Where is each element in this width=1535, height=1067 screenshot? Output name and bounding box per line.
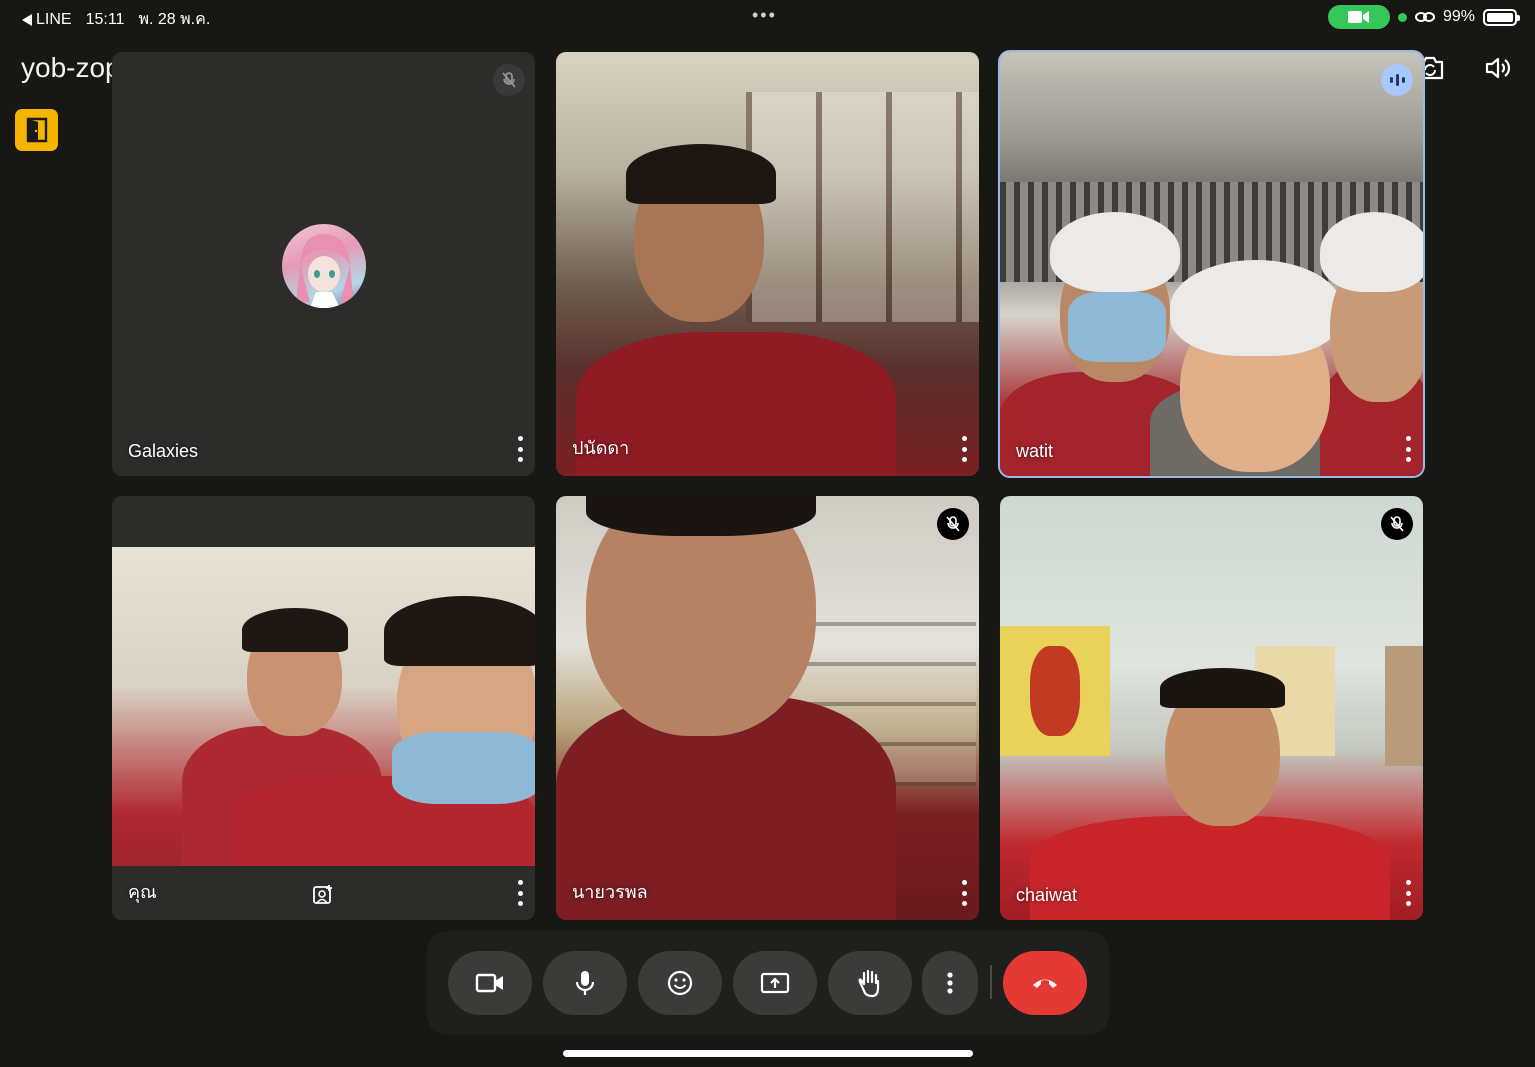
camera-icon: [475, 973, 503, 993]
speaker-button[interactable]: [1482, 52, 1514, 84]
back-to-app-link[interactable]: LINE: [22, 11, 72, 29]
participant-tile-self[interactable]: คุณ: [112, 496, 535, 920]
tile-more-options-button[interactable]: [515, 436, 525, 462]
emoji-icon: [667, 970, 693, 996]
home-indicator[interactable]: [563, 1050, 973, 1057]
participant-name: คุณ: [128, 882, 157, 902]
raise-hand-icon: [858, 969, 880, 998]
participant-name: นายวรพล: [572, 882, 648, 902]
add-person-icon: [313, 885, 332, 904]
tile-more-options-button[interactable]: [959, 880, 969, 906]
tile-more-options-button[interactable]: [515, 880, 525, 906]
present-screen-button[interactable]: [733, 951, 817, 1015]
end-call-icon: [1033, 979, 1057, 988]
participant-name: watit: [1016, 441, 1054, 461]
participant-video: [556, 496, 979, 920]
participant-avatar: [282, 224, 366, 308]
send-reaction-button[interactable]: [638, 951, 722, 1015]
call-controls-bar: [427, 931, 1109, 1035]
battery-icon: [1483, 8, 1520, 26]
participant-tile-chaiwat[interactable]: chaiwat: [1000, 496, 1423, 920]
tile-more-options-button[interactable]: [1403, 436, 1413, 462]
participant-tile-worapon[interactable]: นายวรพล: [556, 496, 979, 920]
toggle-microphone-button[interactable]: [543, 951, 627, 1015]
link-icon: [1414, 12, 1435, 22]
status-time: 15:11: [85, 10, 125, 28]
more-options-icon: [947, 972, 953, 994]
self-video-preview: [112, 496, 535, 920]
speaking-indicator-icon: [1381, 64, 1413, 96]
tile-more-options-button[interactable]: [959, 436, 969, 462]
mic-muted-icon: [493, 64, 525, 96]
back-triangle-icon: [22, 13, 32, 26]
participant-tile-panadda[interactable]: ปนัดดา: [556, 52, 979, 476]
breakout-door-button[interactable]: [15, 109, 58, 151]
microphone-icon: [575, 971, 595, 995]
participant-video: [1000, 496, 1423, 920]
back-app-label: LINE: [36, 10, 72, 28]
mic-muted-icon: [937, 508, 969, 540]
multitasking-dots-icon[interactable]: •••: [752, 6, 777, 24]
participant-name: ปนัดดา: [572, 438, 630, 458]
participant-name: chaiwat: [1016, 885, 1078, 905]
raise-hand-button[interactable]: [828, 951, 912, 1015]
door-icon: [26, 117, 47, 143]
end-call-button[interactable]: [1003, 951, 1087, 1015]
status-date: พ. 28 พ.ค.: [138, 11, 211, 28]
controls-divider: [990, 965, 992, 999]
toggle-camera-button[interactable]: [448, 951, 532, 1015]
present-screen-icon: [760, 972, 790, 994]
more-options-button[interactable]: [922, 951, 978, 1015]
privacy-dot: [1397, 12, 1407, 22]
mic-muted-icon: [1381, 508, 1413, 540]
participant-name: Galaxies: [128, 441, 199, 461]
participant-video: [1000, 52, 1423, 476]
participant-video: [556, 52, 979, 476]
video-camera-icon: [1347, 11, 1369, 23]
tile-more-options-button[interactable]: [1403, 880, 1413, 906]
participant-tile-galaxies[interactable]: Galaxies: [112, 52, 535, 476]
add-people-button[interactable]: [312, 884, 334, 906]
battery-percent: 99%: [1442, 8, 1475, 25]
status-bar: LINE 15:11 พ. 28 พ.ค. ••• 99%: [0, 0, 1535, 34]
camera-in-use-indicator: [1327, 5, 1390, 29]
participant-tile-watit[interactable]: watit: [998, 50, 1425, 478]
speaker-volume-icon: [1485, 57, 1511, 79]
